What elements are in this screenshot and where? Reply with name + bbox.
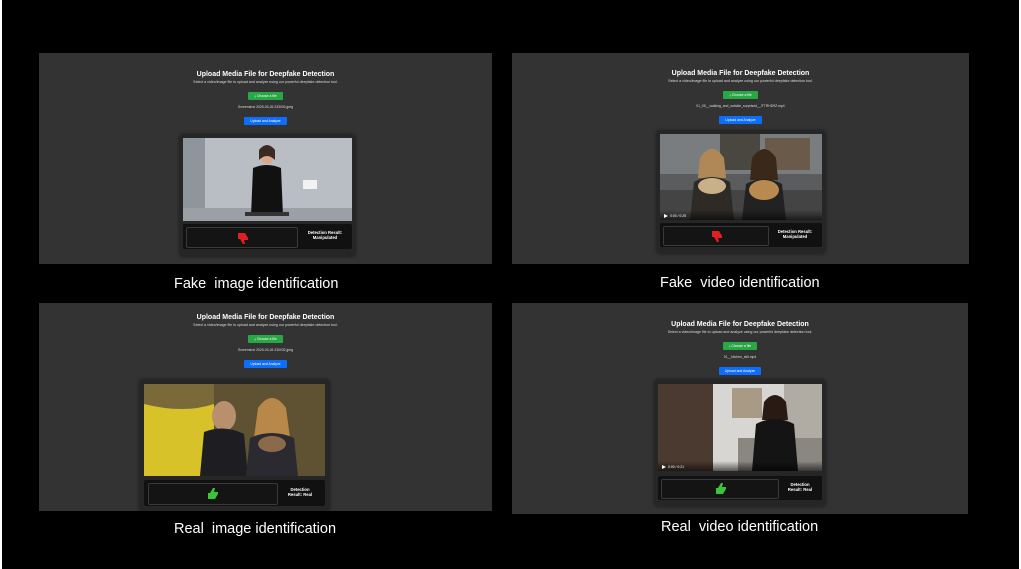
thumbs-up-icon [714,482,728,496]
uploaded-image [144,384,325,476]
result-card: Detection Result: Manipulated [180,135,355,256]
selected-filename: Screenshot 2025-03-26 230032.jpeg [237,348,294,352]
caption-fake-image: Fake image identification [174,276,339,292]
verdict-bar: Detection Result: Manipulated [183,224,352,249]
page-title: Upload Media File for Deepfake Detection [196,314,335,321]
upload-analyze-button[interactable]: Upload and Analyze [719,116,762,124]
app-panel-real-video: Upload Media File for Deepfake Detection… [512,303,968,514]
thumbs-up-icon [206,487,220,501]
caption-fake-video: Fake video identification [660,275,820,291]
selected-filename: Screenshot 2025-03-26 233000.jpeg [237,105,294,109]
page-description: Select a video/image file to upload and … [193,80,338,84]
app-panel-real-image: Upload Media File for Deepfake Detection… [39,303,492,511]
video-time: 0:00 / 0:25 [670,214,687,218]
choose-file-button[interactable]: ⤓ Choose a file [248,92,283,100]
video-time: 0:00 / 0:21 [668,465,685,469]
caption-real-image: Real image identification [174,521,337,537]
page-description: Select a video/image file to upload and … [193,323,338,327]
result-card: 0:00 / 0:21 Detection Result: Real [655,380,825,506]
uploaded-image [183,138,352,221]
verdict-icon-box [661,479,779,499]
thumbs-down-icon [236,231,250,245]
play-icon[interactable] [662,465,666,469]
verdict-bar: Detection Result: Real [658,476,822,500]
verdict-bar: Detection Result: Real [144,480,325,506]
upload-analyze-button[interactable]: Upload and Analyze [244,360,287,368]
page-description: Select a video/image file to upload and … [667,330,813,334]
uploaded-video[interactable]: 0:00 / 0:25 [660,134,822,220]
selected-filename: 01__kitchen_still.mp4 [723,355,757,359]
choose-file-button[interactable]: ⤓ Choose a file [723,91,758,99]
choose-file-button[interactable]: ⤓ Choose a file [248,335,283,343]
page-title: Upload Media File for Deepfake Detection [671,70,810,77]
upload-analyze-button[interactable]: Upload and Analyze [244,117,287,125]
detection-result: Detection Result: Real [787,482,813,493]
verdict-icon-box [148,483,278,505]
detection-result: Detection Result: Manipulated [777,229,813,240]
video-controls[interactable]: 0:00 / 0:21 [658,461,822,471]
verdict-bar: Detection Result: Manipulated [660,223,822,247]
page-description: Select a video/image file to upload and … [668,79,813,83]
verdict-icon-box [663,226,769,246]
page-title: Upload Media File for Deepfake Detection [671,321,809,328]
thumbs-down-icon [710,229,724,243]
app-panel-fake-video: Upload Media File for Deepfake Detection… [512,53,969,264]
page-title: Upload Media File for Deepfake Detection [196,71,335,78]
app-panel-fake-image: Upload Media File for Deepfake Detection… [39,53,492,264]
detection-result: Detection Result: Manipulated [307,230,343,241]
caption-real-video: Real video identification [661,519,819,535]
play-icon[interactable] [664,214,668,218]
video-controls[interactable]: 0:00 / 0:25 [660,210,822,220]
selected-filename: 01_05__walking_and_outside_surprised__IT… [696,104,785,108]
upload-analyze-button[interactable]: Upload and Analyze [718,367,762,375]
verdict-icon-box [186,227,298,248]
uploaded-video[interactable]: 0:00 / 0:21 [658,384,822,471]
detection-result: Detection Result: Real [287,487,313,498]
result-card: Detection Result: Real [140,380,329,511]
choose-file-button[interactable]: ⤓ Choose a file [722,342,758,350]
result-card: 0:00 / 0:25 Detection Result: Manipulated [657,131,825,253]
